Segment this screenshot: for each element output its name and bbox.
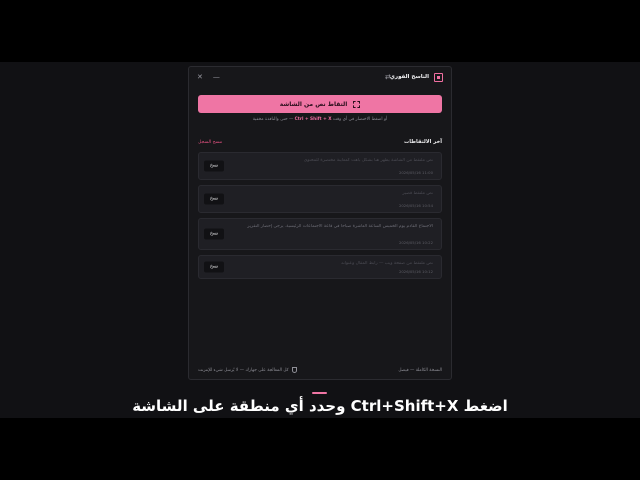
history-title: آخر الالتقاطات (404, 139, 442, 145)
history-item[interactable]: الاجتماع القادم يوم الخميس الساعة العاشر… (198, 218, 442, 250)
history-item-text: نص ملتقط من الشاشة يظهر هنا بشكل باهت كم… (303, 158, 433, 163)
swap-icon[interactable]: ⇄ (385, 73, 391, 81)
privacy-text: كل المعالجة على جهازك — لا يُرسل شيء للإ… (198, 367, 289, 373)
version-text: النسخة الكاملة — فيصل (398, 367, 442, 373)
history-item[interactable]: نص ملتقط من صفحة ويب — رابط المقال وعنوا… (198, 255, 442, 279)
shield-icon (291, 367, 297, 373)
clear-history-link[interactable]: مسح السجل (198, 140, 222, 145)
close-icon[interactable]: ✕ (197, 73, 203, 81)
capture-app-icon (434, 72, 443, 82)
minimize-icon[interactable]: — (213, 73, 220, 81)
history-item-time: 2026/05/16 10:22 (398, 240, 433, 245)
history-item-time: 2026/05/16 10:54 (398, 203, 433, 208)
privacy-note: كل المعالجة على جهازك — لا يُرسل شيء للإ… (198, 367, 297, 373)
status-footer: النسخة الكاملة — فيصل كل المعالجة على جه… (198, 365, 442, 375)
history-item-time: 2026/05/16 11:00 (398, 170, 433, 175)
history-item-time: 2026/05/16 10:12 (398, 269, 433, 274)
top-letterbox (0, 0, 640, 62)
app-window: الناسخ الفوري ✕ — ⇄ التقاط نص من الشاشة … (188, 66, 452, 380)
history-header: آخر الالتقاطات مسح السجل (198, 137, 442, 147)
copy-button[interactable]: نسخ (204, 160, 224, 172)
copy-button[interactable]: نسخ (204, 228, 224, 240)
app-title: الناسخ الفوري (389, 74, 429, 80)
title-bar: الناسخ الفوري ✕ — (189, 67, 451, 87)
shortcut-keys: Ctrl + Shift + X (294, 117, 332, 122)
bottom-letterbox (0, 418, 640, 480)
shortcut-hint: أو اضغط الاختصار في أي وقت Ctrl + Shift … (252, 117, 388, 122)
window-controls: ✕ — (197, 73, 220, 81)
copy-button[interactable]: نسخ (204, 193, 224, 205)
capture-button-label: التقاط نص من الشاشة (279, 100, 348, 108)
capture-screen-button[interactable]: التقاط نص من الشاشة (198, 95, 442, 113)
copy-button[interactable]: نسخ (204, 261, 224, 273)
history-list: نص ملتقط من الشاشة يظهر هنا بشكل باهت كم… (198, 152, 442, 284)
history-item-text: نص ملتقط قصير (402, 191, 433, 196)
history-item[interactable]: نص ملتقط قصير 2026/05/16 10:54 نسخ (198, 185, 442, 213)
history-item-text: الاجتماع القادم يوم الخميس الساعة العاشر… (247, 224, 433, 229)
history-item[interactable]: نص ملتقط من الشاشة يظهر هنا بشكل باهت كم… (198, 152, 442, 180)
caption-accent (312, 392, 327, 394)
video-caption: اضغط Ctrl+Shift+X وحدد أي منطقة على الشا… (132, 397, 508, 415)
crop-icon (353, 100, 361, 108)
history-item-text: نص ملتقط من صفحة ويب — رابط المقال وعنوا… (341, 261, 433, 266)
